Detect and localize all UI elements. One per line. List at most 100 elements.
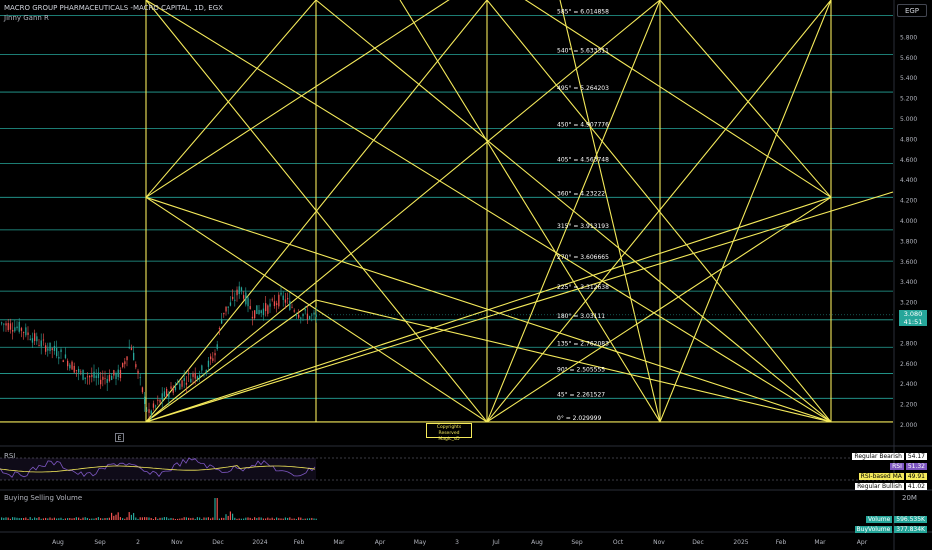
price-tick-label: 4.800 <box>900 136 917 143</box>
candle-body <box>163 391 166 397</box>
candle-body <box>243 295 245 299</box>
candle-body <box>111 375 113 380</box>
candle-body <box>240 287 243 291</box>
volume-bar <box>223 517 225 520</box>
candle-body <box>262 308 265 316</box>
gann-line <box>399 0 661 423</box>
volume-bar <box>130 514 132 520</box>
volume-bar <box>304 518 306 520</box>
rsi-legend-rsi: RSI 51.32 <box>888 462 929 471</box>
candle-body <box>49 342 51 352</box>
volume-bar <box>45 517 47 520</box>
volume-bar <box>225 514 227 520</box>
gann-level-label: 540° = 5.633311 <box>557 47 609 54</box>
volume-bar <box>236 518 238 520</box>
volume-bar <box>262 518 264 520</box>
time-tick-label: Nov <box>653 539 665 546</box>
candle-body <box>91 374 93 377</box>
gann-level-label: 585° = 6.014858 <box>557 8 609 15</box>
candle-body <box>205 370 207 373</box>
candle-body <box>185 382 188 385</box>
candle-body <box>115 373 117 380</box>
price-tick-label: 5.600 <box>900 55 917 62</box>
volume-bar <box>7 517 9 520</box>
candle-body <box>126 356 128 361</box>
volume-bar <box>181 518 183 520</box>
candle-body <box>23 332 25 334</box>
collapse-pane-button[interactable]: E <box>115 433 124 442</box>
candle-body <box>282 295 284 300</box>
volume-bar <box>128 512 130 520</box>
volume-bar <box>210 518 212 520</box>
candle-body <box>67 360 69 367</box>
volume-bar <box>251 518 253 520</box>
candle-body <box>106 379 108 383</box>
time-tick-label: Mar <box>333 539 345 546</box>
volume-bar <box>124 518 126 520</box>
volume-legend-name: Volume <box>866 516 893 523</box>
volume-bar <box>25 517 27 520</box>
candle-body <box>128 347 130 349</box>
candle-body <box>256 305 258 314</box>
candle-body <box>53 345 56 351</box>
volume-bar <box>137 518 139 520</box>
candle-body <box>31 338 34 343</box>
candle-body <box>117 369 119 377</box>
candle-body <box>36 336 38 342</box>
indicator-name[interactable]: Jinny Gann R <box>4 14 49 22</box>
rsi-pane-label[interactable]: RSI <box>4 452 15 460</box>
currency-button[interactable]: EGP <box>897 4 927 17</box>
price-tick-label: 2.600 <box>900 361 917 368</box>
chart-canvas[interactable]: 585° = 6.014858 540° = 5.633311 495° = 5.2… <box>0 0 932 550</box>
candle-body <box>150 410 152 415</box>
candle-body <box>291 306 293 308</box>
time-tick-label: Sep <box>94 539 106 546</box>
candle-body <box>223 312 225 315</box>
volume-bar <box>234 517 236 520</box>
volume-bar <box>58 518 60 520</box>
volume-bar <box>163 517 165 520</box>
candle-body <box>60 349 62 353</box>
volume-bar <box>108 517 110 520</box>
candle-body <box>177 383 179 385</box>
volume-bar <box>271 517 273 520</box>
volume-bar <box>102 518 104 520</box>
candle-body <box>16 326 18 329</box>
volume-bar <box>82 517 84 520</box>
gann-line <box>145 191 894 423</box>
volume-bar <box>273 518 275 520</box>
volume-pane-label[interactable]: Buying Selling Volume <box>4 494 82 502</box>
volume-bar <box>93 518 95 520</box>
gann-line <box>145 299 317 423</box>
volume-bar <box>289 517 291 520</box>
volume-bar <box>3 517 5 520</box>
candle-body <box>1 322 3 324</box>
volume-bar <box>232 513 234 520</box>
volume-bar <box>86 517 88 520</box>
candle-body <box>78 369 80 373</box>
candle-body <box>12 330 14 332</box>
volume-bar <box>1 517 3 520</box>
volume-bar <box>309 518 311 520</box>
candle-body <box>251 316 254 319</box>
volume-bar <box>133 512 135 520</box>
candle-body <box>258 309 260 315</box>
candle-body <box>207 360 210 367</box>
volume-bar <box>84 517 86 520</box>
volume-bar <box>203 517 205 520</box>
candle-body <box>212 358 214 361</box>
candle-body <box>84 377 86 380</box>
candle-body <box>148 409 150 413</box>
symbol-title[interactable]: MACRO GROUP PHARMACEUTICALS -MACRO CAPIT… <box>4 4 223 12</box>
candle-body <box>287 298 289 300</box>
time-tick-label: Apr <box>857 539 868 546</box>
candle-body <box>238 286 240 295</box>
gann-line <box>486 0 661 423</box>
rsi-legend-value: 54.17 <box>905 453 927 460</box>
last-price-badge: 3.080 <box>899 310 927 318</box>
volume-bar <box>139 517 141 520</box>
time-axis[interactable]: Aug Sep 2 Nov Dec 2024 Feb Mar Apr May 3 Jul Aug Sep O… <box>52 539 868 546</box>
candle-body <box>247 297 249 307</box>
volume-bar <box>51 518 53 520</box>
candle-body <box>82 369 84 380</box>
